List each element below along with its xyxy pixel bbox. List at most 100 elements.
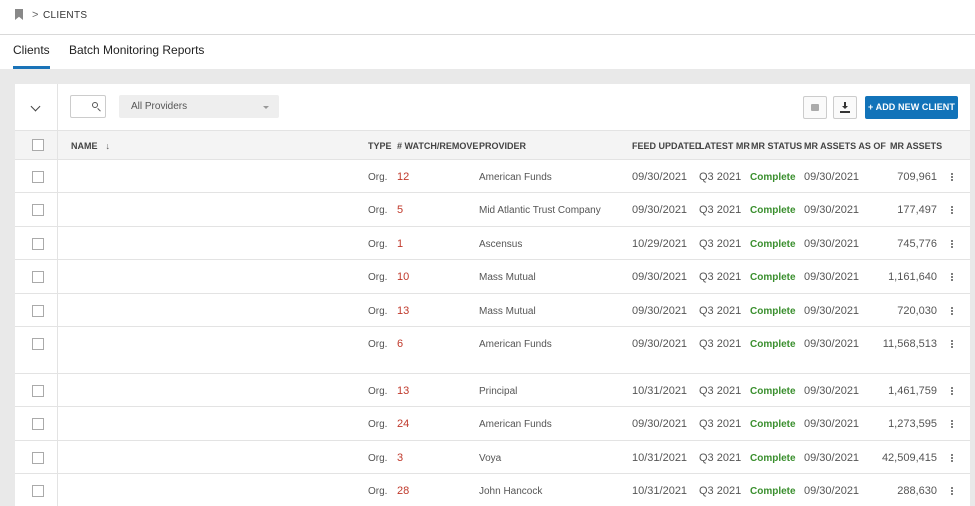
more-options-icon[interactable] <box>951 487 953 489</box>
table-toolbar: All Providers + ADD NEW CLIENT <box>15 84 970 130</box>
add-new-client-button[interactable]: + ADD NEW CLIENT <box>865 96 958 119</box>
row-checkbox[interactable] <box>32 385 44 397</box>
cell-watch-count[interactable]: 13 <box>397 305 409 317</box>
collapse-toggle[interactable] <box>15 84 58 130</box>
more-options-icon[interactable] <box>951 307 953 309</box>
table-row[interactable]: Org. 6 American Funds 09/30/2021 Q3 2021 Comp… <box>15 327 970 374</box>
table-header: NAME ↓ TYPE # WATCH/REMOVE PROVIDER FEED … <box>15 130 970 160</box>
table-row[interactable]: Org. 10 Mass Mutual 09/30/2021 Q3 2021 Comple… <box>15 260 970 294</box>
row-checkbox[interactable] <box>32 338 44 350</box>
archive-button[interactable] <box>803 96 827 119</box>
cell-provider: American Funds <box>479 172 552 183</box>
download-icon <box>842 102 848 109</box>
cell-watch-count[interactable]: 3 <box>397 452 403 464</box>
table-row[interactable]: Org. 13 Mass Mutual 09/30/2021 Q3 2021 Comple… <box>15 294 970 327</box>
cell-watch-count[interactable]: 10 <box>397 271 409 283</box>
table-row[interactable]: Org. 13 Principal 10/31/2021 Q3 2021 Complete… <box>15 374 970 407</box>
cell-mr-assets: 709,961 <box>897 171 937 183</box>
row-checkbox[interactable] <box>32 271 44 283</box>
tab-clients[interactable]: Clients <box>13 43 50 69</box>
cell-latest-mr: Q3 2021 <box>699 452 742 464</box>
table-row[interactable]: Org. 12 American Funds 09/30/2021 Q3 2021 Com… <box>15 160 970 193</box>
column-provider-header[interactable]: PROVIDER <box>479 141 526 151</box>
cell-mr-assets: 1,273,595 <box>888 418 937 430</box>
row-checkbox[interactable] <box>32 171 44 183</box>
select-all-checkbox[interactable] <box>32 139 44 151</box>
search-input[interactable] <box>70 95 106 118</box>
cell-mr-status: Complete <box>750 172 796 183</box>
column-mr-status-header[interactable]: MR STATUS <box>751 141 802 151</box>
cell-type: Org. <box>368 306 388 317</box>
cell-feed-updated: 09/30/2021 <box>632 305 688 317</box>
cell-mr-assets-as-of: 09/30/2021 <box>804 485 860 497</box>
more-options-icon[interactable] <box>951 206 953 208</box>
cell-provider: Mid Atlantic Trust Company <box>479 205 601 216</box>
column-mr-assets-as-of-header[interactable]: MR ASSETS AS OF <box>804 141 886 151</box>
cell-watch-count[interactable]: 13 <box>397 385 409 397</box>
column-latest-mr-header[interactable]: LATEST MR <box>699 141 750 151</box>
column-mr-assets-header[interactable]: MR ASSETS <box>890 141 942 151</box>
cell-mr-status: Complete <box>750 306 796 317</box>
cell-mr-assets-as-of: 09/30/2021 <box>804 305 860 317</box>
cell-watch-count[interactable]: 24 <box>397 418 409 430</box>
cell-latest-mr: Q3 2021 <box>699 238 742 250</box>
cell-mr-assets-as-of: 09/30/2021 <box>804 271 860 283</box>
cell-latest-mr: Q3 2021 <box>699 271 742 283</box>
cell-provider: Mass Mutual <box>479 272 536 283</box>
cell-feed-updated: 09/30/2021 <box>632 271 688 283</box>
cell-feed-updated: 09/30/2021 <box>632 204 688 216</box>
download-button[interactable] <box>833 96 857 119</box>
cell-type: Org. <box>368 386 388 397</box>
column-watch-header[interactable]: # WATCH/REMOVE <box>397 141 478 151</box>
row-checkbox[interactable] <box>32 204 44 216</box>
cell-mr-status: Complete <box>750 339 796 350</box>
column-feed-updated-header[interactable]: FEED UPDATED <box>632 141 701 151</box>
more-options-icon[interactable] <box>951 240 953 242</box>
tab-batch-monitoring-reports[interactable]: Batch Monitoring Reports <box>69 43 204 68</box>
cell-watch-count[interactable]: 12 <box>397 171 409 183</box>
row-checkbox[interactable] <box>32 452 44 464</box>
provider-select[interactable]: All Providers <box>119 95 279 118</box>
row-checkbox[interactable] <box>32 238 44 250</box>
cell-feed-updated: 09/30/2021 <box>632 418 688 430</box>
cell-latest-mr: Q3 2021 <box>699 305 742 317</box>
row-checkbox[interactable] <box>32 418 44 430</box>
column-type-header[interactable]: TYPE <box>368 141 392 151</box>
cell-provider: Ascensus <box>479 239 523 250</box>
cell-watch-count[interactable]: 5 <box>397 204 403 216</box>
more-options-icon[interactable] <box>951 340 953 342</box>
bookmark-icon[interactable] <box>15 9 23 20</box>
cell-provider: Principal <box>479 386 518 397</box>
cell-type: Org. <box>368 205 388 216</box>
clients-panel: All Providers + ADD NEW CLIENT NAME ↓ TYP… <box>15 84 970 506</box>
more-options-icon[interactable] <box>951 387 953 389</box>
cell-mr-assets: 745,776 <box>897 238 937 250</box>
table-row[interactable]: Org. 5 Mid Atlantic Trust Company 09/30/202… <box>15 193 970 227</box>
table-row[interactable]: Org. 1 Ascensus 10/29/2021 Q3 2021 Complete 09… <box>15 227 970 260</box>
cell-type: Org. <box>368 486 388 497</box>
more-options-icon[interactable] <box>951 420 953 422</box>
table-row[interactable]: Org. 28 John Hancock 10/31/2021 Q3 2021 Compl… <box>15 474 970 506</box>
cell-feed-updated: 09/30/2021 <box>632 338 688 350</box>
table-row[interactable]: Org. 3 Voya 10/31/2021 Q3 2021 Complete 09/30/… <box>15 441 970 474</box>
column-name-header[interactable]: NAME ↓ <box>71 141 110 151</box>
row-checkbox[interactable] <box>32 485 44 497</box>
row-checkbox[interactable] <box>32 305 44 317</box>
more-options-icon[interactable] <box>951 173 953 175</box>
cell-feed-updated: 09/30/2021 <box>632 171 688 183</box>
cell-type: Org. <box>368 239 388 250</box>
cell-feed-updated: 10/29/2021 <box>632 238 688 250</box>
cell-type: Org. <box>368 453 388 464</box>
cell-watch-count[interactable]: 6 <box>397 338 403 350</box>
cell-latest-mr: Q3 2021 <box>699 418 742 430</box>
cell-watch-count[interactable]: 1 <box>397 238 403 250</box>
more-options-icon[interactable] <box>951 273 953 275</box>
cell-latest-mr: Q3 2021 <box>699 385 742 397</box>
cell-watch-count[interactable]: 28 <box>397 485 409 497</box>
cell-type: Org. <box>368 419 388 430</box>
table-row[interactable]: Org. 24 American Funds 09/30/2021 Q3 2021 Com… <box>15 407 970 441</box>
chevron-down-icon <box>30 101 41 112</box>
cell-mr-assets: 720,030 <box>897 305 937 317</box>
breadcrumb[interactable]: CLIENTS <box>43 10 87 21</box>
more-options-icon[interactable] <box>951 454 953 456</box>
